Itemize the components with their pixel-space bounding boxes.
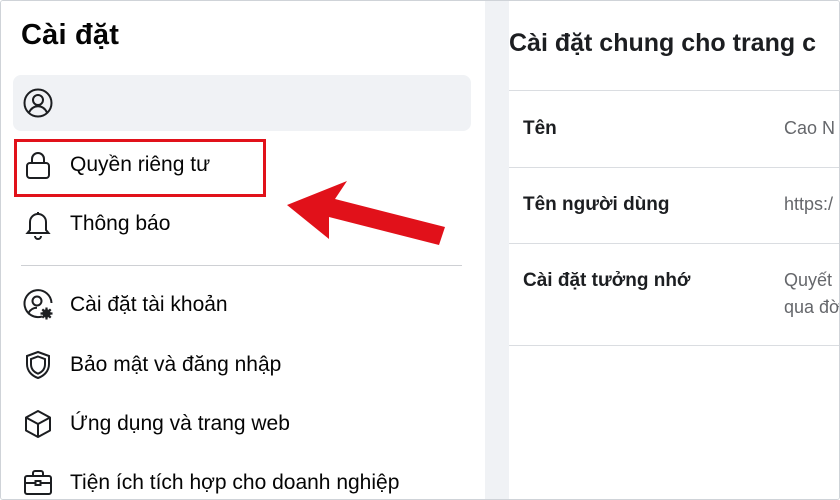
sidebar-item-security[interactable]: Bảo mật và đăng nhập — [13, 337, 471, 393]
row-label-username: Tên người dùng — [523, 194, 670, 215]
sidebar-item-label: Thông báo — [70, 212, 171, 235]
sidebar-item-label: Bảo mật và đăng nhập — [70, 353, 282, 376]
settings-window: Cài đặt Quyền riêng tư Thông báo Cài đặt… — [0, 0, 840, 500]
user-gear-icon — [21, 288, 55, 322]
sidebar-item-account-settings[interactable]: Cài đặt tài khoản — [13, 277, 471, 333]
bell-icon — [21, 207, 55, 241]
row-value-memorialization-line2: qua đờ — [784, 297, 840, 317]
sidebar-item-profile[interactable] — [13, 75, 471, 131]
row-value-memorialization-line1[interactable]: Quyết — [784, 268, 832, 293]
divider — [509, 90, 839, 91]
row-value-username[interactable]: https:/ — [784, 192, 833, 217]
content-gutter — [485, 1, 509, 499]
briefcase-icon — [21, 466, 55, 499]
sidebar-item-label: Cài đặt tài khoản — [70, 293, 228, 316]
row-value-name[interactable]: Cao N — [784, 116, 835, 141]
divider — [509, 345, 839, 346]
settings-content — [509, 1, 839, 499]
sidebar-item-apps-websites[interactable]: Ứng dụng và trang web — [13, 396, 471, 452]
sidebar-item-business-integrations[interactable]: Tiện ích tích hợp cho doanh nghiệp — [13, 455, 471, 499]
divider — [509, 243, 839, 244]
annotation-highlight-box — [14, 139, 266, 197]
shield-icon — [21, 348, 55, 382]
sidebar-title: Cài đặt — [21, 19, 120, 51]
sidebar-item-label: Tiện ích tích hợp cho doanh nghiệp — [70, 471, 400, 494]
annotation-arrow-icon — [287, 181, 445, 245]
sidebar-item-label: Ứng dụng và trang web — [70, 412, 290, 435]
sidebar-divider — [21, 265, 462, 266]
page-title: Cài đặt chung cho trang c — [509, 29, 816, 57]
row-label-name: Tên — [523, 118, 557, 139]
cube-icon — [21, 407, 55, 441]
user-circle-icon — [21, 86, 55, 120]
divider — [509, 167, 839, 168]
row-label-memorialization: Cài đặt tưởng nhớ — [523, 270, 691, 291]
